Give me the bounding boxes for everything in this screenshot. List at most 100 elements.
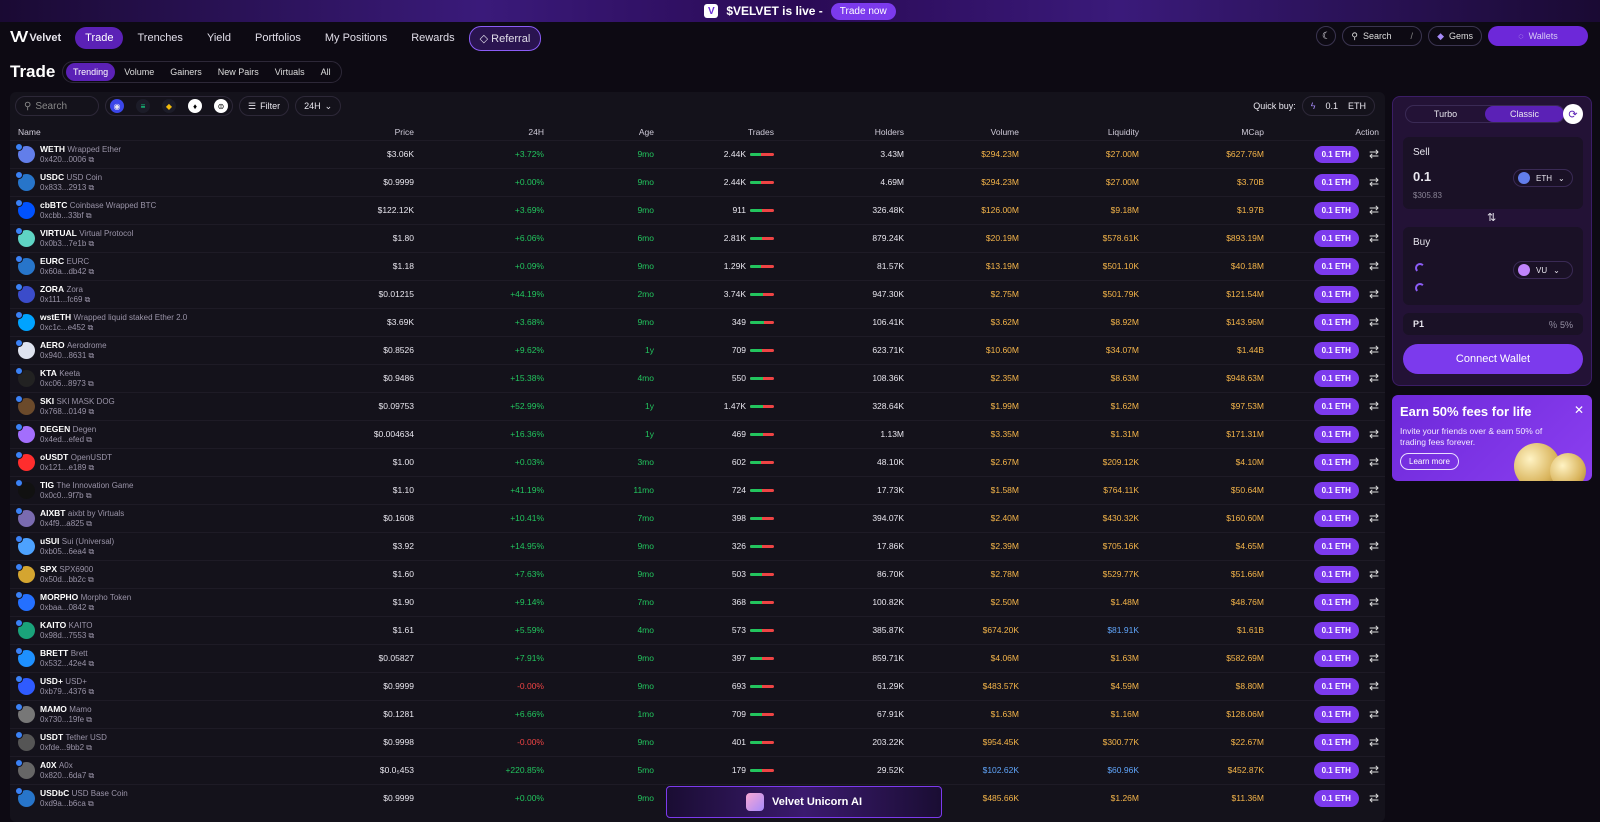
nav-rewards[interactable]: Rewards [401, 27, 464, 49]
swap-icon[interactable]: ⇄ [1369, 427, 1379, 441]
quick-buy-button[interactable]: 0.1 ETH [1313, 201, 1359, 219]
buy-token-select[interactable]: VU ⌄ [1513, 261, 1573, 279]
swap-icon[interactable]: ⇄ [1369, 791, 1379, 805]
quick-buy-button[interactable]: 0.1 ETH [1313, 677, 1359, 695]
quick-buy-button[interactable]: 0.1 ETH [1313, 341, 1359, 359]
quick-buy-button[interactable]: 0.1 ETH [1313, 369, 1359, 387]
nav-yield[interactable]: Yield [197, 27, 241, 49]
copy-icon[interactable]: ⧉ [86, 463, 94, 472]
close-icon[interactable]: ✕ [1574, 403, 1584, 417]
quick-buy-button[interactable]: 0.1 ETH [1313, 425, 1359, 443]
tab-volume[interactable]: Volume [117, 63, 161, 81]
nav-my-positions[interactable]: My Positions [315, 27, 397, 49]
col-liquidity[interactable]: Liquidity [1025, 124, 1145, 140]
col-name[interactable]: Name [10, 124, 270, 140]
col-volume[interactable]: Volume [910, 124, 1025, 140]
nav-portfolios[interactable]: Portfolios [245, 27, 311, 49]
quick-buy-button[interactable]: 0.1 ETH [1313, 453, 1359, 471]
swap-icon[interactable]: ⇄ [1369, 203, 1379, 217]
brand[interactable]: VV Velvet [10, 29, 61, 47]
swap-icon[interactable]: ⇄ [1369, 735, 1379, 749]
table-row[interactable]: EURC EURC 0x60a...db42 ⧉ $1.18 +0.09% 9mo 1.2… [10, 251, 1385, 280]
search-button[interactable]: ⚲ Search / [1342, 26, 1423, 46]
swap-icon[interactable]: ⇄ [1369, 455, 1379, 469]
swap-icon[interactable]: ⇄ [1369, 595, 1379, 609]
swap-icon[interactable]: ⇄ [1369, 231, 1379, 245]
copy-icon[interactable]: ⧉ [84, 435, 92, 444]
table-row[interactable]: oUSDT OpenUSDT 0x121...e189 ⧉ $1.00 +0.03% 3… [10, 447, 1385, 476]
table-row[interactable]: cbBTC Coinbase Wrapped BTC 0xcbb...33bf ⧉… [10, 195, 1385, 224]
quick-buy-button[interactable]: 0.1 ETH [1313, 649, 1359, 667]
copy-icon[interactable]: ⧉ [86, 379, 94, 388]
trade-now-button[interactable]: Trade now [830, 2, 896, 20]
tab-virtuals[interactable]: Virtuals [268, 63, 312, 81]
learn-more-button[interactable]: Learn more [1400, 453, 1459, 470]
table-row[interactable]: AERO Aerodrome 0x940...8631 ⧉ $0.8526 +9.62… [10, 335, 1385, 364]
bnb-chain-icon[interactable]: ◆ [162, 99, 176, 113]
col-24h[interactable]: 24H [420, 124, 550, 140]
table-row[interactable]: WETH Wrapped Ether 0x420...0006 ⧉ $3.06K +3… [10, 139, 1385, 168]
quick-buy-button[interactable]: 0.1 ETH [1313, 733, 1359, 751]
swap-icon[interactable]: ⇄ [1369, 567, 1379, 581]
copy-icon[interactable]: ⧉ [86, 239, 94, 248]
tab-all[interactable]: All [314, 63, 338, 81]
base-chain-icon[interactable]: ◉ [110, 99, 124, 113]
swap-icon[interactable]: ⇄ [1369, 623, 1379, 637]
swap-icon[interactable]: ⇄ [1369, 511, 1379, 525]
swap-icon[interactable]: ⇄ [1369, 147, 1379, 161]
table-row[interactable]: KAITO KAITO 0x98d...7553 ⧉ $1.61 +5.59% 4mo 5… [10, 615, 1385, 644]
col-age[interactable]: Age [550, 124, 660, 140]
swap-icon[interactable]: ⇄ [1369, 539, 1379, 553]
table-row[interactable]: KTA Keeta 0xc06...8973 ⧉ $0.9486 +15.38% 4mo… [10, 363, 1385, 392]
table-row[interactable]: MORPHO Morpho Token 0xbaa...0842 ⧉ $1.90 +9… [10, 587, 1385, 616]
table-row[interactable]: MAMO Mamo 0x730...19fe ⧉ $0.1281 +6.66% 1mo 7… [10, 699, 1385, 728]
sell-amount[interactable]: 0.1 [1413, 169, 1431, 184]
tab-gainers[interactable]: Gainers [163, 63, 209, 81]
copy-icon[interactable]: ⧉ [86, 351, 94, 360]
wallets-button[interactable]: ◌ Wallets [1488, 26, 1588, 46]
quick-buy-button[interactable]: 0.1 ETH [1313, 229, 1359, 247]
quick-buy-input[interactable]: ϟ 0.1 ETH [1301, 96, 1375, 116]
copy-icon[interactable]: ⧉ [86, 155, 94, 164]
slippage-row[interactable]: P1 ％ 5% [1403, 313, 1583, 335]
table-row[interactable]: wstETH Wrapped liquid staked Ether 2.0 0x… [10, 307, 1385, 336]
table-row[interactable]: SKI SKI MASK DOG 0x768...0149 ⧉ $0.09753 +5… [10, 391, 1385, 420]
table-row[interactable]: AIXBT aixbt by Virtuals 0x4f9...a825 ⧉ $0.… [10, 503, 1385, 532]
copy-icon[interactable]: ⧉ [86, 659, 94, 668]
copy-icon[interactable]: ⧉ [84, 211, 92, 220]
col-holders[interactable]: Holders [780, 124, 910, 140]
table-row[interactable]: BRETT Brett 0x532...42e4 ⧉ $0.05827 +7.91% 9… [10, 643, 1385, 672]
quick-buy-button[interactable]: 0.1 ETH [1313, 565, 1359, 583]
copy-icon[interactable]: ⧉ [86, 407, 94, 416]
copy-icon[interactable]: ⧉ [86, 771, 94, 780]
nav-trade[interactable]: Trade [75, 27, 124, 49]
col-trades[interactable]: Trades [660, 124, 780, 140]
swap-icon[interactable]: ⇄ [1369, 679, 1379, 693]
copy-icon[interactable]: ⧉ [86, 547, 94, 556]
search-input[interactable]: ⚲ Search [15, 96, 99, 116]
swap-icon[interactable]: ⇄ [1369, 343, 1379, 357]
swap-direction-icon[interactable]: ⇅ [1487, 211, 1496, 224]
copy-icon[interactable]: ⧉ [86, 267, 94, 276]
copy-icon[interactable]: ⧉ [84, 491, 92, 500]
swap-icon[interactable]: ⇄ [1369, 175, 1379, 189]
filter-button[interactable]: ☰ Filter [239, 96, 290, 116]
quick-buy-button[interactable]: 0.1 ETH [1313, 621, 1359, 639]
table-row[interactable]: USDC USD Coin 0x833...2913 ⧉ $0.9999 +0.00%… [10, 167, 1385, 196]
theme-toggle-icon[interactable]: ☾ [1316, 26, 1337, 46]
gems-button[interactable]: ◆ Gems [1428, 26, 1482, 46]
quick-buy-button[interactable]: 0.1 ETH [1313, 397, 1359, 415]
table-row[interactable]: A0X A0x 0x820...6da7 ⧉ $0.0₅453 +220.85% 5mo… [10, 755, 1385, 784]
solana-chain-icon[interactable]: ≡ [136, 99, 150, 113]
tab-new-pairs[interactable]: New Pairs [211, 63, 266, 81]
copy-icon[interactable]: ⧉ [86, 631, 94, 640]
timeframe-select[interactable]: 24H ⌄ [295, 96, 342, 116]
table-row[interactable]: USD+ USD+ 0xb79...4376 ⧉ $0.9999 -0.00% 9mo 6… [10, 671, 1385, 700]
quick-buy-button[interactable]: 0.1 ETH [1313, 285, 1359, 303]
swap-icon[interactable]: ⇄ [1369, 259, 1379, 273]
sell-token-select[interactable]: ETH ⌄ [1513, 169, 1573, 187]
quick-buy-button[interactable]: 0.1 ETH [1313, 705, 1359, 723]
quick-buy-button[interactable]: 0.1 ETH [1313, 173, 1359, 191]
quick-buy-button[interactable]: 0.1 ETH [1313, 789, 1359, 807]
nav-trenches[interactable]: Trenches [127, 27, 192, 49]
